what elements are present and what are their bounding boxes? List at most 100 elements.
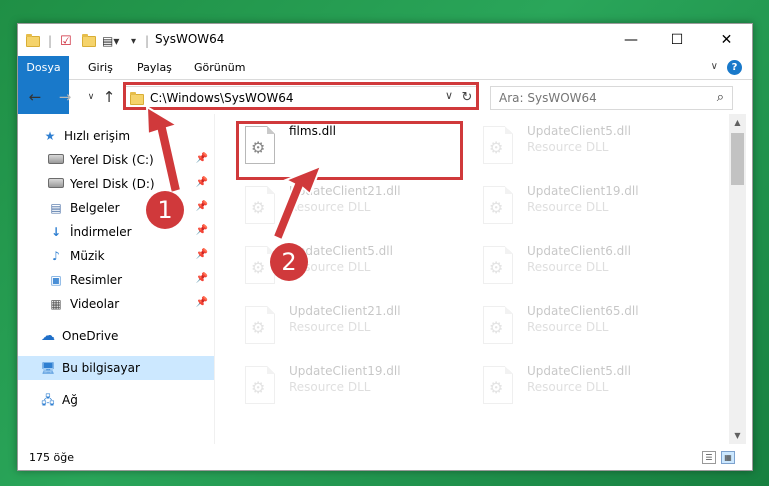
separator: | (48, 34, 53, 48)
sidebar-item-network[interactable]: 🖧 Ağ (18, 388, 214, 412)
file-type: Resource DLL (527, 200, 609, 214)
tab-share[interactable]: Paylaş (127, 56, 182, 79)
file-type: Resource DLL (289, 200, 371, 214)
vertical-scrollbar[interactable]: ▲ ▼ (729, 114, 746, 444)
dll-file-icon: ⚙ (483, 246, 513, 284)
list-item[interactable]: ⚙ UpdateClient19.dll Resource DLL (239, 358, 469, 416)
search-box[interactable]: ⌕ (490, 86, 733, 110)
customize-icon[interactable]: ▤▾ (102, 33, 119, 49)
cloud-icon: ☁ (41, 328, 55, 344)
details-view-icon[interactable]: ☰ (702, 451, 716, 464)
folder-icon (26, 33, 40, 49)
sidebar-item-local-disk-c[interactable]: Yerel Disk (C:) 📌 (18, 148, 214, 172)
file-name: UpdateClient5.dll (527, 124, 631, 138)
computer-icon: 🖥 (40, 361, 56, 375)
sidebar-item-label: Müzik (70, 249, 105, 263)
document-icon: ▤ (50, 201, 62, 215)
scroll-down-icon[interactable]: ▼ (729, 427, 746, 444)
step-badge-1: 1 (146, 191, 184, 229)
dll-file-icon: ⚙ (483, 366, 513, 404)
sidebar-item-local-disk-d[interactable]: Yerel Disk (D:) 📌 (18, 172, 214, 196)
pin-icon: 📌 (195, 201, 208, 212)
sidebar-item-label: Belgeler (70, 201, 120, 215)
new-folder-icon[interactable] (82, 33, 96, 49)
status-bar: 175 öğe ☰ ▦ (18, 445, 752, 471)
sidebar-item-label: Yerel Disk (D:) (70, 177, 155, 191)
file-type: Resource DLL (527, 380, 609, 394)
sidebar-item-onedrive[interactable]: ☁ OneDrive (18, 324, 214, 348)
search-input[interactable] (491, 87, 691, 109)
sidebar-item-label: Ağ (62, 393, 78, 407)
list-item[interactable]: ⚙ UpdateClient5.dll Resource DLL (477, 358, 707, 416)
network-icon: 🖧 (41, 393, 55, 407)
list-item[interactable]: ⚙ UpdateClient21.dll Resource DLL (239, 178, 469, 236)
properties-icon[interactable]: ☑ (60, 33, 72, 49)
search-icon: ⌕ (716, 90, 724, 105)
sidebar-item-label: Bu bilgisayar (62, 361, 140, 375)
minimize-button[interactable]: — (608, 24, 654, 55)
sidebar-item-label: Yerel Disk (C:) (70, 153, 154, 167)
scroll-up-icon[interactable]: ▲ (729, 114, 746, 131)
file-name: UpdateClient21.dll (289, 304, 401, 318)
pin-icon: 📌 (195, 273, 208, 284)
star-icon: ★ (44, 129, 56, 143)
sidebar-item-label: İndirmeler (70, 225, 132, 239)
sidebar-item-quick-access[interactable]: ★ Hızlı erişim (18, 124, 214, 148)
help-icon[interactable]: ? (727, 60, 742, 75)
file-type: Resource DLL (289, 320, 371, 334)
sidebar-item-music[interactable]: ♪ Müzik 📌 (18, 244, 214, 268)
sidebar-item-label: Videolar (70, 297, 120, 311)
sidebar-item-pictures[interactable]: ▣ Resimler 📌 (18, 268, 214, 292)
file-type: Resource DLL (289, 380, 371, 394)
large-icons-view-icon[interactable]: ▦ (721, 451, 735, 464)
close-button[interactable]: ✕ (700, 24, 753, 55)
recent-locations-button[interactable]: ∨ (82, 87, 100, 107)
dll-file-icon: ⚙ (483, 186, 513, 224)
pin-icon: 📌 (195, 177, 208, 188)
separator: | (145, 34, 150, 48)
sidebar-item-downloads[interactable]: ↓ İndirmeler 📌 (18, 220, 214, 244)
ribbon-expand-icon[interactable]: ∨ (711, 61, 718, 72)
dll-file-icon: ⚙ (245, 306, 275, 344)
drive-icon (48, 153, 64, 167)
tab-home[interactable]: Giriş (78, 56, 123, 79)
sidebar-item-label: OneDrive (62, 329, 119, 343)
file-name: UpdateClient6.dll (527, 244, 631, 258)
music-icon: ♪ (52, 249, 60, 263)
list-item[interactable]: ⚙ UpdateClient5.dll Resource DLL (477, 118, 707, 176)
back-button[interactable]: ← (26, 87, 44, 107)
scroll-thumb[interactable] (731, 133, 744, 185)
list-item[interactable]: ⚙ UpdateClient19.dll Resource DLL (477, 178, 707, 236)
file-name: UpdateClient21.dll (289, 184, 401, 198)
up-button[interactable]: ↑ (100, 87, 118, 107)
pin-icon: 📌 (195, 153, 208, 164)
pin-icon: 📌 (195, 249, 208, 260)
dll-file-icon: ⚙ (483, 306, 513, 344)
file-highlight-box (236, 121, 463, 180)
pin-icon: 📌 (195, 225, 208, 236)
forward-button[interactable]: → (56, 87, 74, 107)
explorer-window: | ☑ ▤▾ ▾ | SysWOW64 — ☐ ✕ Dosya Giriş Pa… (17, 23, 753, 471)
pictures-icon: ▣ (50, 273, 62, 287)
maximize-button[interactable]: ☐ (654, 24, 700, 55)
sidebar-item-this-pc[interactable]: 🖥 Bu bilgisayar (18, 356, 214, 380)
sidebar-item-videos[interactable]: ▦ Videolar 📌 (18, 292, 214, 316)
sidebar-item-label: Resimler (70, 273, 123, 287)
file-type: Resource DLL (527, 260, 609, 274)
file-type: Resource DLL (527, 320, 609, 334)
sidebar-item-label: Hızlı erişim (64, 129, 131, 143)
list-item[interactable]: ⚙ UpdateClient21.dll Resource DLL (239, 298, 469, 356)
download-icon: ↓ (50, 225, 62, 239)
list-item[interactable]: ⚙ UpdateClient65.dll Resource DLL (477, 298, 707, 356)
title-bar: | ☑ ▤▾ ▾ | SysWOW64 — ☐ ✕ (18, 24, 752, 56)
item-count: 175 öğe (29, 451, 74, 464)
step-badge-2: 2 (270, 243, 308, 281)
navigation-pane: ★ Hızlı erişim Yerel Disk (C:) 📌 Yerel D… (18, 114, 214, 444)
list-item[interactable]: ⚙ UpdateClient6.dll Resource DLL (477, 238, 707, 296)
file-name: UpdateClient19.dll (527, 184, 639, 198)
file-name: UpdateClient65.dll (527, 304, 639, 318)
sidebar-item-documents[interactable]: ▤ Belgeler 📌 (18, 196, 214, 220)
window-title: SysWOW64 (155, 32, 225, 46)
tab-view[interactable]: Görünüm (184, 56, 255, 79)
quick-access-dropdown-icon[interactable]: ▾ (131, 33, 136, 49)
